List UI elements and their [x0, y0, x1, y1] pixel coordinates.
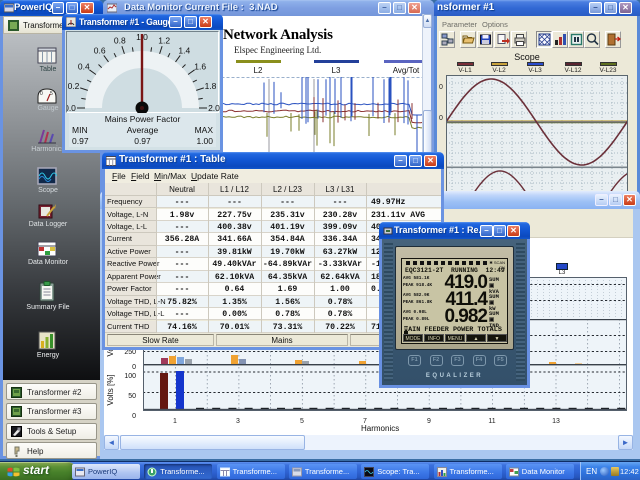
- svg-text:0: 0: [40, 91, 43, 97]
- svg-text:0.4: 0.4: [78, 61, 90, 71]
- svg-text:0.6: 0.6: [94, 46, 106, 56]
- svg-text:0.0: 0.0: [67, 103, 76, 113]
- svg-text:0.2: 0.2: [68, 81, 80, 91]
- svg-text:1.2: 1.2: [158, 36, 170, 46]
- svg-text:5: 5: [50, 91, 53, 97]
- svg-text:1.8: 1.8: [205, 81, 217, 91]
- svg-text:0.8: 0.8: [114, 36, 126, 46]
- svg-text:1.4: 1.4: [178, 46, 190, 56]
- svg-text:2.0: 2.0: [208, 103, 220, 113]
- svg-text:1.6: 1.6: [194, 61, 206, 71]
